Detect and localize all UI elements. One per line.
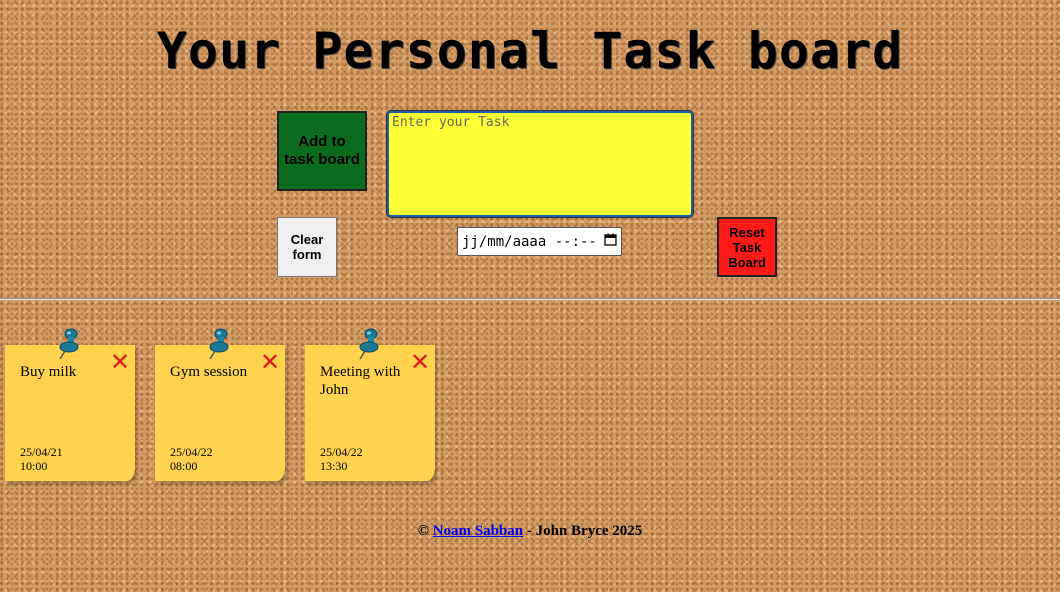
- note-time: 08:00: [170, 459, 198, 473]
- task-note: ✕ Meeting with John 25/04/22 13:30: [305, 328, 435, 481]
- footer-suffix: - John Bryce 2025: [526, 523, 643, 539]
- note-text: Buy milk: [20, 364, 77, 380]
- note-text: Meeting with John: [320, 364, 401, 398]
- note-date: 25/04/22: [320, 445, 363, 459]
- task-note: ✕ Buy milk 25/04/21 10:00: [5, 328, 135, 481]
- note-date: 25/04/22: [170, 445, 213, 459]
- task-input[interactable]: [386, 110, 694, 218]
- pushpin-icon: [203, 327, 233, 361]
- clear-form-button[interactable]: Clear form: [277, 217, 337, 277]
- calendar-icon[interactable]: [604, 233, 617, 250]
- note-time: 10:00: [20, 459, 48, 473]
- divider: [0, 298, 1060, 300]
- add-to-task-board-button[interactable]: Add to task board: [277, 111, 367, 191]
- author-link[interactable]: Noam Sabban: [433, 523, 523, 539]
- datetime-input[interactable]: jj/mm/aaaa --:--: [457, 227, 622, 256]
- note-date: 25/04/21: [20, 445, 63, 459]
- note-text: Gym session: [170, 364, 248, 380]
- copyright-symbol: ©: [417, 523, 429, 539]
- note-time: 13:30: [320, 459, 348, 473]
- footer: © Noam Sabban - John Bryce 2025: [0, 523, 1060, 540]
- pushpin-icon: [53, 327, 83, 361]
- pushpin-icon: [353, 327, 383, 361]
- datetime-placeholder: jj/mm/aaaa --:--: [462, 233, 597, 250]
- page-title: Your Personal Task board: [156, 22, 904, 80]
- task-note: ✕ Gym session 25/04/22 08:00: [155, 328, 285, 481]
- reset-task-board-button[interactable]: Reset Task Board: [717, 217, 777, 277]
